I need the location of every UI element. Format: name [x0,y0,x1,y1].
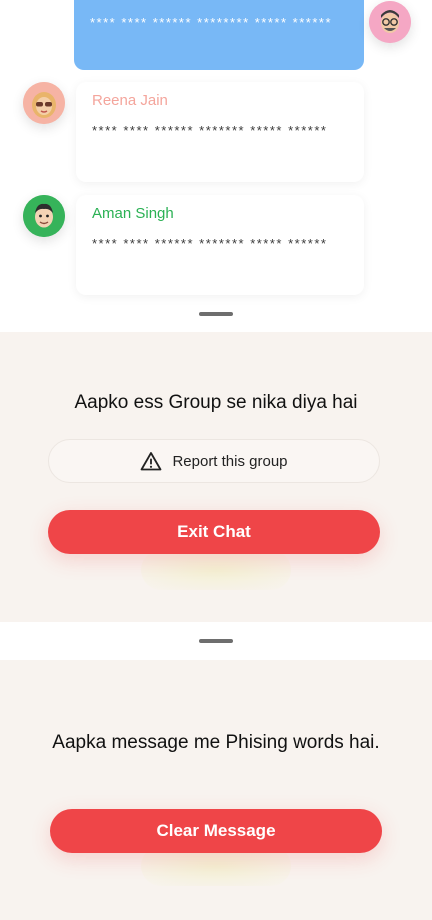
sheet-title: Aapka message me Phising words hai. [52,732,380,753]
clear-message-label: Clear Message [156,821,276,840]
report-group-button[interactable]: Report this group [48,439,380,483]
phishing-warning-sheet: Aapka message me Phising words hai. Clea… [0,660,432,920]
message-text: **** **** ****** ******* ***** ****** [92,123,328,138]
message-text: **** **** ****** ******* ***** ****** [92,236,328,251]
sender-name: Reena Jain [92,92,168,109]
exit-chat-button[interactable]: Exit Chat [48,510,380,554]
report-group-label: Report this group [172,452,288,470]
man-avatar-icon [23,195,65,237]
woman-sunglasses-avatar-icon [23,82,65,124]
sheet-drag-handle[interactable] [199,639,233,643]
own-avatar[interactable] [369,1,411,43]
warning-triangle-icon [141,452,162,471]
sheet-drag-handle[interactable] [199,312,233,316]
man-glasses-avatar-icon [369,1,411,43]
exit-chat-label: Exit Chat [177,522,251,541]
chat-area: **** **** ****** ******** ***** ****** R… [0,0,432,330]
button-glow [141,550,291,590]
sender-name: Aman Singh [92,205,174,222]
message-card[interactable]: Reena Jain **** **** ****** ******* ****… [76,82,364,182]
own-message-text: **** **** ****** ******** ***** ****** [90,15,333,30]
own-message-bubble[interactable]: **** **** ****** ******** ***** ****** [74,0,364,70]
reena-avatar[interactable] [23,82,65,124]
message-card[interactable]: Aman Singh **** **** ****** ******* ****… [76,195,364,295]
clear-message-button[interactable]: Clear Message [50,809,382,853]
sheet-title: Aapko ess Group se nika diya hai [74,392,358,413]
exit-group-sheet: Aapko ess Group se nika diya hai Report … [0,332,432,622]
aman-avatar[interactable] [23,195,65,237]
